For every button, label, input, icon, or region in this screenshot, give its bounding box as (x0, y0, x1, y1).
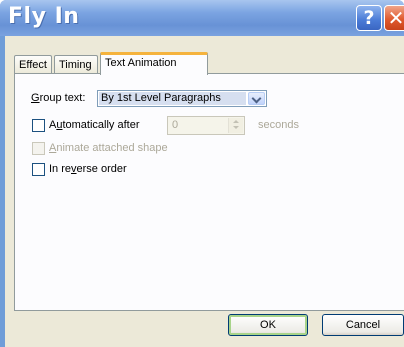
fly-in-dialog: Fly In ? ✕ Effect Timing Text Animation … (0, 0, 404, 347)
chevron-down-icon[interactable] (248, 92, 265, 105)
animate-attached-shape-label: Animate attached shape (49, 142, 168, 154)
tab-timing[interactable]: Timing (54, 55, 98, 74)
group-text-label: Group text: (31, 92, 86, 104)
spinner-arrows[interactable] (228, 118, 243, 133)
cancel-button[interactable]: Cancel (322, 314, 404, 336)
text-animation-panel (14, 73, 404, 311)
group-text-select[interactable]: By 1st Level Paragraphs (97, 90, 267, 107)
close-icon: ✕ (387, 6, 404, 30)
reverse-order-label: In reverse order (49, 163, 127, 175)
close-button[interactable]: ✕ (384, 5, 404, 31)
tab-effect[interactable]: Effect (14, 55, 52, 74)
spin-up-icon[interactable] (233, 120, 239, 123)
seconds-value: 0 (172, 119, 179, 131)
seconds-spinner[interactable]: 0 (167, 116, 245, 135)
reverse-order-checkbox[interactable] (32, 163, 45, 176)
title-bar[interactable]: Fly In ? ✕ (0, 0, 404, 36)
animate-attached-shape-checkbox[interactable] (32, 142, 45, 155)
spin-down-icon[interactable] (233, 126, 239, 129)
automatically-after-label: Automatically after (49, 119, 140, 131)
tab-text-animation[interactable]: Text Animation (100, 52, 208, 75)
question-mark-icon: ? (363, 7, 375, 29)
dialog-title: Fly In (8, 4, 80, 29)
ok-button[interactable]: OK (228, 314, 308, 336)
automatically-after-checkbox[interactable] (32, 119, 45, 132)
group-text-value: By 1st Level Paragraphs (99, 92, 246, 105)
seconds-unit-label: seconds (258, 119, 299, 131)
help-button[interactable]: ? (356, 5, 382, 31)
